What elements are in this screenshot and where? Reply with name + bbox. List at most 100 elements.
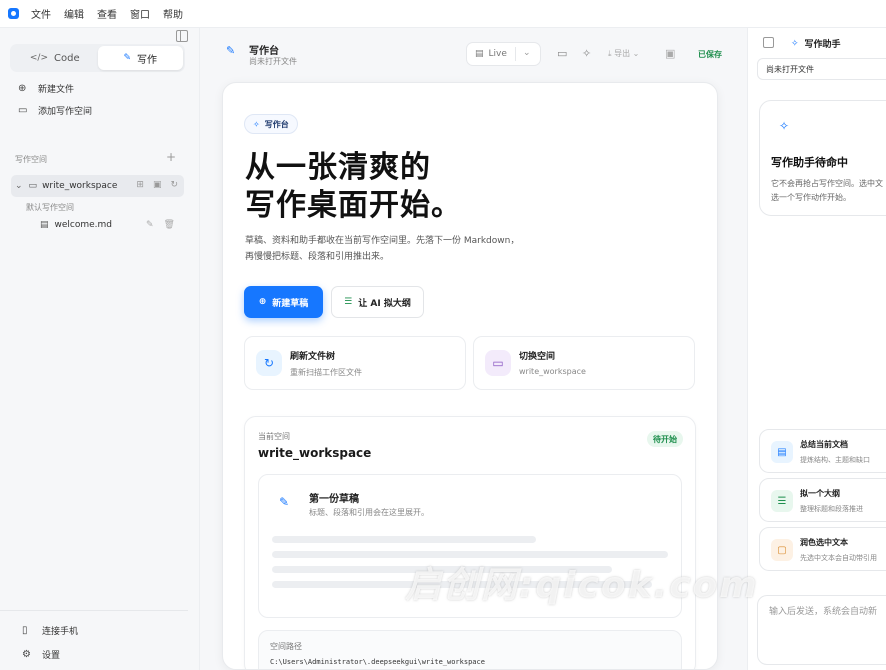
tab-code[interactable]: </> Code [12, 46, 98, 70]
outline-action[interactable]: ☰ 拟一个大纲 整理标题和段落推进 [759, 478, 886, 522]
new-file-icon: ⊕ [258, 297, 267, 307]
refresh-tree-subtitle: 重新扫描工作区文件 [290, 368, 362, 377]
edit-icon[interactable]: ✎ [146, 220, 154, 230]
refresh-tree-card[interactable]: ↻ 刷新文件树 重新扫描工作区文件 [244, 336, 466, 390]
save-icon[interactable]: ▣ [665, 47, 675, 60]
new-file-icon: ⊕ [18, 83, 27, 94]
idle-desc-line-2: 选一个写作动作开始。 [771, 193, 851, 202]
placeholder-line [272, 536, 536, 543]
menu-edit[interactable]: 编辑 [64, 6, 84, 21]
file-name: welcome.md [54, 220, 113, 230]
welcome-card: ✧ 写作台 从一张清爽的 写作桌面开始。 草稿、资料和助手都收在当前写作空间里。先… [222, 82, 718, 670]
edit-doc-icon: ✎ [279, 495, 290, 509]
workspace-status-badge: 待开始 [647, 431, 683, 447]
status-badge: 已保存 [698, 50, 722, 59]
file-tools: ✎ 🗑 [146, 220, 175, 230]
file-icon: ▤ [475, 49, 484, 59]
connect-phone-label: 连接手机 [42, 627, 79, 637]
code-icon: </> [29, 53, 48, 63]
placeholder-line [272, 581, 652, 588]
doc-icon: ▤ [771, 441, 793, 463]
sparkle-icon[interactable]: ✧ [582, 47, 591, 60]
folder-open-icon[interactable]: ▭ [557, 47, 567, 60]
menu-help[interactable]: 帮助 [163, 6, 183, 21]
add-workspace-label: 添加写作空间 [38, 107, 93, 117]
mode-select[interactable]: ▤ Live ⌄ [466, 42, 541, 66]
folder-icon: ▭ [485, 350, 511, 376]
panel-toggle-icon[interactable] [763, 37, 774, 48]
desc-line-1: 草稿、资料和助手都收在当前写作空间里。先落下一份 Markdown， [245, 236, 520, 246]
menu-window[interactable]: 窗口 [130, 6, 150, 21]
current-workspace-card: 当前空间 write_workspace 待开始 ✎ 第一份草稿 标题、段落和引… [244, 416, 696, 669]
sidebar-divider [0, 610, 188, 611]
assistant-file-select[interactable]: 尚未打开文件 [757, 58, 886, 80]
new-file-label: 新建文件 [38, 85, 75, 95]
refresh-icon[interactable]: ↻ [170, 180, 178, 190]
pen-icon: ✎ [123, 53, 132, 63]
desc-line-2: 再慢慢把标题、段落和引用推出来。 [245, 252, 390, 262]
idle-desc-line-1: 它不会再抢占写作空间。选中文 [771, 179, 883, 188]
hero-description: 草稿、资料和助手都收在当前写作空间里。先落下一份 Markdown， 再慢慢把标… [245, 233, 565, 265]
sidebar-collapse-icon[interactable] [176, 30, 188, 42]
file-icon: ▤ [40, 220, 49, 230]
assistant-header: ✧ 写作助手 [791, 37, 841, 51]
section-badge: ✧ 写作台 [244, 114, 298, 134]
draft-title: 第一份草稿 [309, 494, 359, 505]
mode-switch: </> Code ✎ 写作 [10, 44, 185, 72]
polish-title: 润色选中文本 [800, 538, 848, 547]
assistant-idle-card: ✧ 写作助手待命中 它不会再抢占写作空间。选中文 选一个写作动作开始。 [759, 100, 886, 216]
menu-file[interactable]: 文件 [31, 6, 51, 21]
hero-line-2: 写作桌面开始。 [245, 188, 462, 223]
workspace-default-label: 默认写作空间 [26, 203, 74, 212]
app-window: 文件 编辑 查看 窗口 帮助 </> Code ✎ 写作 ⊕ 新建文件 ▭ 添加写作空间… [0, 0, 886, 670]
draft-subtitle: 标题、段落和引用会在这里展开。 [309, 508, 429, 517]
trash-icon[interactable]: 🗑 [164, 220, 175, 230]
new-draft-button[interactable]: ⊕ 新建草稿 [244, 286, 323, 318]
sparkle-icon: ✧ [253, 119, 260, 129]
new-folder-icon[interactable]: ▣ [153, 180, 162, 190]
export-button[interactable]: ⤓ 导出 ⌄ [608, 48, 639, 59]
assistant-idle-title: 写作助手待命中 [771, 156, 848, 169]
add-workspace-button[interactable]: ▭ 添加写作空间 [18, 104, 92, 117]
workspace-section-title: 写作空间 [15, 155, 47, 164]
switch-workspace-subtitle: write_workspace [519, 367, 586, 376]
export-label: 导出 [614, 49, 631, 58]
first-draft-card[interactable]: ✎ 第一份草稿 标题、段落和引用会在这里展开。 [258, 474, 682, 618]
tab-write[interactable]: ✎ 写作 [97, 46, 183, 70]
polish-action[interactable]: ▢ 润色选中文本 先选中文本会自动带引用 [759, 527, 886, 571]
current-workspace-name: write_workspace [258, 446, 372, 460]
outline-title: 拟一个大纲 [800, 489, 840, 498]
mode-label: Live [488, 49, 507, 59]
new-file-button[interactable]: ⊕ 新建文件 [18, 82, 74, 95]
outline-subtitle: 整理标题和段落推进 [800, 505, 863, 513]
workspace-tools: ⊞ ▣ ↻ [136, 180, 178, 190]
menu-view[interactable]: 查看 [97, 6, 117, 21]
sidebar: </> Code ✎ 写作 ⊕ 新建文件 ▭ 添加写作空间 写作空间 + ⌄ ▭ wri… [0, 28, 200, 670]
list-icon: ☰ [771, 490, 793, 512]
settings-label: 设置 [42, 651, 61, 661]
assistant-idle-desc: 它不会再抢占写作空间。选中文 选一个写作动作开始。 [771, 177, 886, 205]
file-item[interactable]: ▤ welcome.md ✎ 🗑 [40, 220, 180, 230]
hero-line-1: 从一张清爽的 [245, 150, 431, 185]
workspace-name: write_workspace [42, 181, 118, 191]
placeholder-line [272, 551, 668, 558]
sparkle-icon: ✧ [791, 38, 799, 49]
summarize-title: 总结当前文档 [800, 440, 848, 449]
assistant-file-label: 尚未打开文件 [766, 64, 814, 74]
hero-heading: 从一张清爽的 写作桌面开始。 [245, 149, 462, 225]
polish-subtitle: 先选中文本会自动带引用 [800, 554, 877, 562]
summarize-action[interactable]: ▤ 总结当前文档 提炼结构、主题和缺口 [759, 429, 886, 473]
ai-outline-button[interactable]: ☰ 让 AI 拟大纲 [331, 286, 424, 318]
chevron-down-icon[interactable]: ⌄ [15, 181, 23, 191]
switch-workspace-card[interactable]: ▭ 切换空间 write_workspace [473, 336, 695, 390]
connect-phone-button[interactable]: ▯ 连接手机 [22, 624, 78, 637]
assistant-input[interactable]: 输入后发送，系统会自动新 [757, 595, 886, 665]
add-icon[interactable]: + [166, 150, 176, 164]
page-subtitle: 尚未打开文件 [249, 57, 297, 66]
new-file-icon[interactable]: ⊞ [136, 180, 144, 190]
ai-outline-label: 让 AI 拟大纲 [358, 298, 411, 309]
settings-button[interactable]: ⚙ 设置 [22, 648, 60, 661]
workspace-item[interactable]: ⌄ ▭ write_workspace ⊞ ▣ ↻ [11, 175, 184, 197]
chevron-down-icon[interactable]: ⌄ [523, 48, 531, 58]
menu-bar: 文件 编辑 查看 窗口 帮助 [0, 0, 886, 28]
